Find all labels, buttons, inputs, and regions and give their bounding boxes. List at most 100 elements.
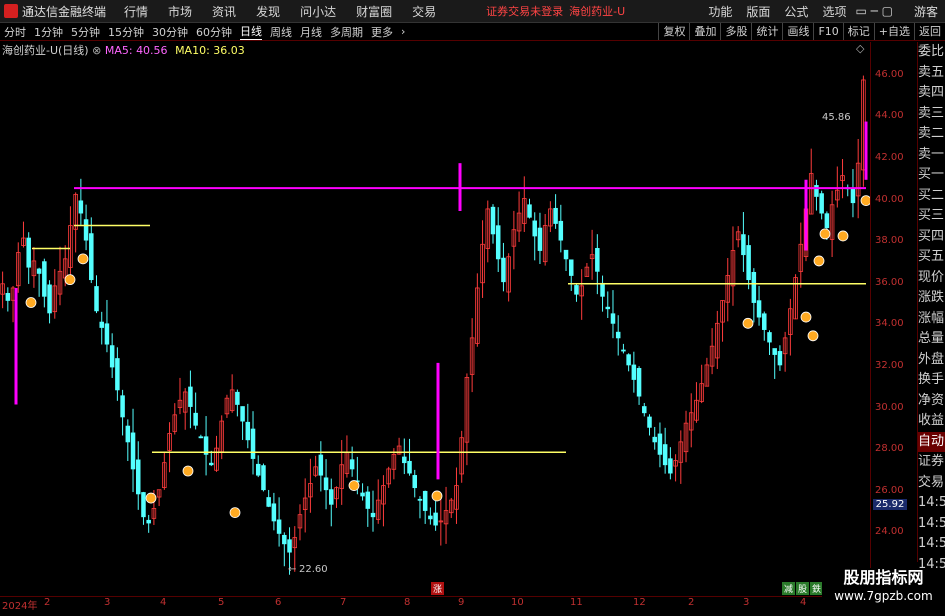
btn-zixuan[interactable]: +自选 <box>874 23 914 40</box>
candle-body <box>110 346 114 367</box>
period-monthly[interactable]: 月线 <box>300 24 322 40</box>
period-15min[interactable]: 15分钟 <box>108 24 144 40</box>
user-label[interactable]: 游客 <box>914 3 938 20</box>
side-label-12[interactable]: 涨跌 <box>918 288 945 309</box>
side-label-3[interactable]: 卖三 <box>918 104 945 125</box>
signal-marker-14 <box>861 196 870 206</box>
signal-marker-12 <box>820 229 830 239</box>
side-label-8[interactable]: 买三 <box>918 206 945 227</box>
menu-item-shichang[interactable]: 市场 <box>168 3 192 20</box>
btn-huaxian[interactable]: 画线 <box>782 23 813 40</box>
menu-item-jiaoyi[interactable]: 交易 <box>412 3 436 20</box>
side-label-4[interactable]: 卖二 <box>918 124 945 145</box>
btn-tongji[interactable]: 统计 <box>751 23 782 40</box>
candle-body <box>105 324 109 344</box>
candle-body <box>616 332 620 338</box>
candle-body <box>538 228 542 250</box>
menu-gongshi[interactable]: 公式 <box>784 3 808 20</box>
badge-jian: 减 <box>782 582 795 595</box>
side-label-7[interactable]: 买二 <box>918 186 945 207</box>
chevron-right-icon[interactable]: › <box>401 25 405 38</box>
menu-item-caifuquan[interactable]: 财富圈 <box>356 3 392 20</box>
candle-body <box>121 396 125 417</box>
menu-item-hangqing[interactable]: 行情 <box>124 3 148 20</box>
menu-item-zixun[interactable]: 资讯 <box>212 3 236 20</box>
period-multi[interactable]: 多周期 <box>330 24 363 40</box>
side-label-24[interactable]: 14:56 <box>918 534 945 555</box>
candle-body <box>142 493 146 517</box>
price-tick-2: 42.00 <box>875 152 904 163</box>
btn-f10[interactable]: F10 <box>813 23 842 40</box>
signal-marker-11 <box>814 256 824 266</box>
side-label-13[interactable]: 涨幅 <box>918 309 945 330</box>
side-label-17[interactable]: 净资 <box>918 391 945 412</box>
candle-body <box>6 293 10 300</box>
date-tick-13: 3 <box>743 597 749 608</box>
price-tick-9: 28.00 <box>875 443 904 454</box>
period-more[interactable]: 更多 <box>371 24 393 40</box>
date-tick-7: 8 <box>404 597 410 608</box>
candle-body <box>366 492 370 508</box>
menu-xuanxiang[interactable]: 选项 <box>822 3 846 20</box>
side-label-22[interactable]: 14:56 <box>918 493 945 514</box>
expand-icon[interactable]: ◇ <box>856 42 864 55</box>
candle-body <box>611 314 615 324</box>
side-label-15[interactable]: 外盘 <box>918 350 945 371</box>
side-label-10[interactable]: 买五 <box>918 247 945 268</box>
side-label-11[interactable]: 现价 <box>918 268 945 289</box>
signal-marker-5 <box>230 508 240 518</box>
menu-banmian[interactable]: 版面 <box>746 3 770 20</box>
side-label-20[interactable]: 证券 <box>918 452 945 473</box>
side-label-23[interactable]: 14:56 <box>918 514 945 535</box>
period-weekly[interactable]: 周线 <box>270 24 292 40</box>
period-5min[interactable]: 5分钟 <box>71 24 100 40</box>
period-30min[interactable]: 30分钟 <box>152 24 188 40</box>
candlestick-chart[interactable] <box>0 55 870 596</box>
side-label-5[interactable]: 卖一 <box>918 145 945 166</box>
side-label-9[interactable]: 买四 <box>918 227 945 248</box>
menu-item-wenxiaoda[interactable]: 问小达 <box>300 3 336 20</box>
candle-body <box>595 248 599 271</box>
btn-diejia[interactable]: 叠加 <box>689 23 720 40</box>
btn-biaoji[interactable]: 标记 <box>843 23 874 40</box>
btn-fanhui[interactable]: 返回 <box>914 23 945 40</box>
side-label-2[interactable]: 卖四 <box>918 83 945 104</box>
btn-duogu[interactable]: 多股 <box>720 23 751 40</box>
price-tick-10: 26.00 <box>875 485 904 496</box>
candle-body <box>642 407 646 413</box>
side-label-0[interactable]: 委比 <box>918 42 945 63</box>
side-label-19[interactable]: 自动 <box>918 432 945 453</box>
candle-body <box>189 387 193 406</box>
stock-name: 海创药业-U <box>569 3 625 19</box>
menu-item-faxian[interactable]: 发现 <box>256 3 280 20</box>
candle-body <box>147 520 151 523</box>
period-1min[interactable]: 1分钟 <box>34 24 63 40</box>
side-label-18[interactable]: 收益 <box>918 411 945 432</box>
price-tick-11: 24.00 <box>875 526 904 537</box>
candle-body <box>742 235 746 255</box>
side-label-21[interactable]: 交易 <box>918 473 945 494</box>
app-title: 通达信金融终端 <box>22 3 106 20</box>
candle-body <box>288 540 292 552</box>
period-toolbar: 分时 1分钟 5分钟 15分钟 30分钟 60分钟 日线 周线 月线 多周期 更… <box>0 23 945 41</box>
candle-body <box>434 513 438 525</box>
menu-gongneng[interactable]: 功能 <box>708 3 732 20</box>
candle-body <box>429 516 433 519</box>
period-daily[interactable]: 日线 <box>240 23 262 40</box>
price-tick-3: 40.00 <box>875 194 904 205</box>
side-label-14[interactable]: 总量 <box>918 329 945 350</box>
side-label-1[interactable]: 卖五 <box>918 63 945 84</box>
candle-body <box>319 455 323 475</box>
candle-body <box>408 461 412 473</box>
side-label-6[interactable]: 买一 <box>918 165 945 186</box>
period-60min[interactable]: 60分钟 <box>196 24 232 40</box>
date-tick-4: 5 <box>218 597 224 608</box>
btn-fuquan[interactable]: 复权 <box>658 23 689 40</box>
period-fenshi[interactable]: 分时 <box>4 24 26 40</box>
side-label-16[interactable]: 换手 <box>918 370 945 391</box>
candle-body <box>27 238 31 267</box>
login-notice[interactable]: 证券交易未登录 <box>486 3 563 19</box>
signal-marker-0 <box>26 298 36 308</box>
window-controls-icon[interactable]: ▭ ─ ▢ <box>855 4 893 18</box>
candle-body <box>554 208 558 223</box>
